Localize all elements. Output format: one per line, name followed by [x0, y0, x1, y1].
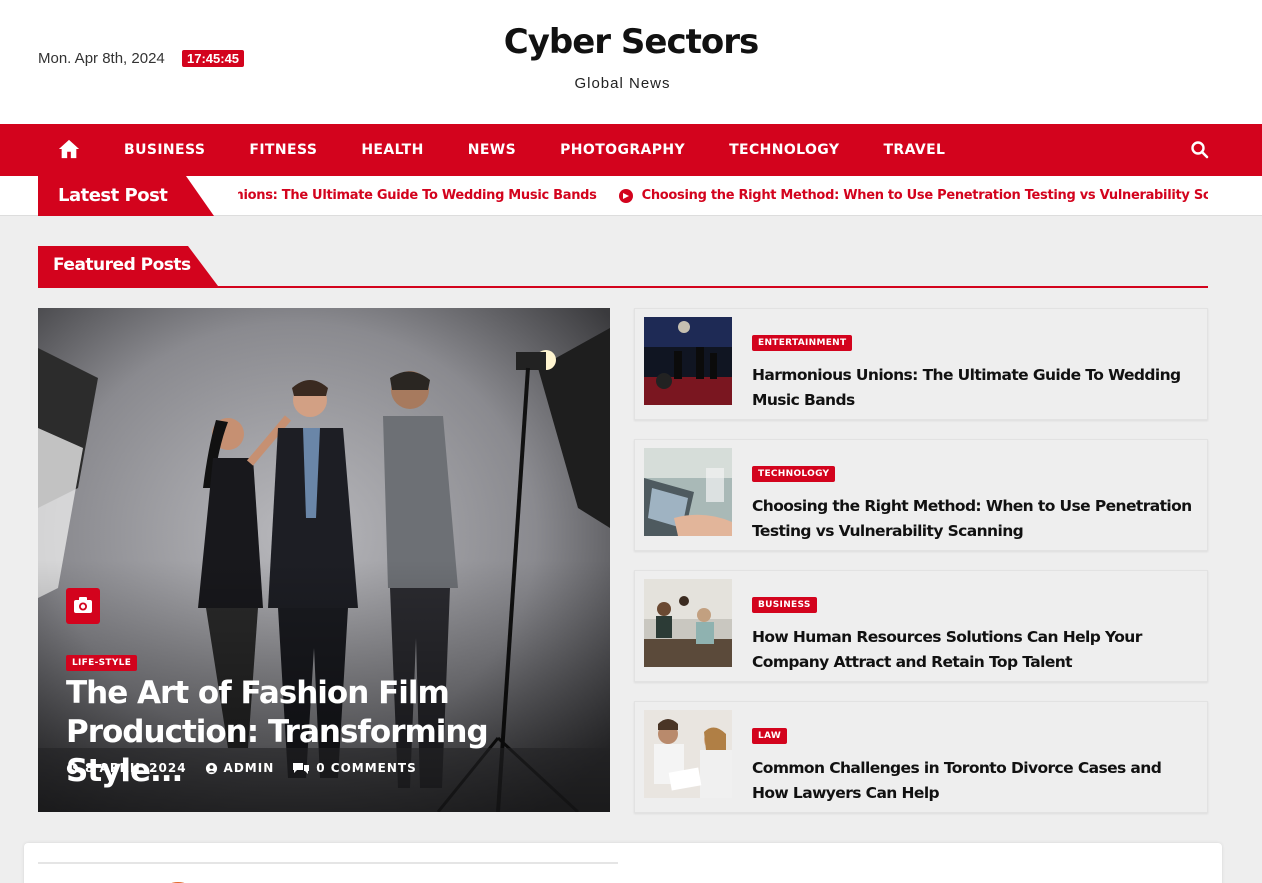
divider [38, 862, 618, 864]
post-title[interactable]: Common Challenges in Toronto Divorce Cas… [752, 756, 1192, 806]
nav-item-business[interactable]: BUSINESS [102, 124, 227, 176]
category-badge[interactable]: LIFE-STYLE [66, 655, 138, 671]
post-thumbnail [171, 882, 185, 883]
site-title[interactable]: Cyber Sectors [0, 22, 1262, 62]
featured-posts-label: Featured Posts [38, 246, 218, 286]
featured-side-post[interactable]: ENTERTAINMENT Harmonious Unions: The Ult… [634, 308, 1208, 420]
post-date[interactable]: 8 APRIL 2024 [85, 761, 187, 775]
featured-posts-heading: Featured Posts [38, 246, 1208, 288]
nav-item-news[interactable]: NEWS [446, 124, 538, 176]
post-title[interactable]: How Human Resources Solutions Can Help Y… [752, 625, 1192, 675]
category-badge[interactable]: TECHNOLOGY [752, 466, 836, 482]
post-thumbnail[interactable] [644, 317, 732, 405]
nav-item-photography[interactable]: PHOTOGRAPHY [538, 124, 707, 176]
category-badge[interactable]: LAW [752, 728, 788, 744]
post-thumbnail[interactable] [644, 710, 732, 798]
featured-side-post[interactable]: BUSINESS How Human Resources Solutions C… [634, 570, 1208, 682]
latest-post-ticker: Inions: The Ultimate Guide To Wedding Mu… [238, 176, 1208, 216]
latest-post-label: Latest Post [38, 176, 214, 216]
user-icon [205, 762, 217, 774]
search-icon[interactable] [1190, 140, 1210, 160]
nav-item-health[interactable]: HEALTH [339, 124, 445, 176]
site-tagline: Global News [574, 75, 671, 92]
post-author[interactable]: ADMIN [224, 761, 275, 775]
latest-post-bar: Latest Post Inions: The Ultimate Guide T… [0, 176, 1262, 216]
category-badge[interactable]: BUSINESS [752, 597, 817, 613]
clock-icon [66, 762, 79, 774]
featured-main-post[interactable]: LIFE-STYLE The Art of Fashion Film Produ… [38, 308, 610, 812]
featured-side-post[interactable]: LAW Common Challenges in Toronto Divorce… [634, 701, 1208, 813]
home-icon[interactable] [58, 138, 80, 160]
nav-item-technology[interactable]: TECHNOLOGY [707, 124, 861, 176]
camera-icon[interactable] [66, 588, 100, 624]
post-title[interactable]: Harmonious Unions: The Ultimate Guide To… [752, 363, 1192, 413]
comments-icon [293, 763, 310, 774]
site-header: Mon. Apr 8th, 2024 17:45:45 Cyber Sector… [0, 0, 1262, 124]
post-comments[interactable]: 0 COMMENTS [316, 761, 417, 775]
featured-side-post[interactable]: TECHNOLOGY Choosing the Right Method: Wh… [634, 439, 1208, 551]
ticker-item[interactable]: Choosing the Right Method: When to Use P… [642, 188, 1208, 203]
next-section-card [24, 843, 1222, 883]
main-nav: BUSINESS FITNESS HEALTH NEWS PHOTOGRAPHY… [0, 124, 1262, 176]
post-thumbnail[interactable] [644, 579, 732, 667]
arrow-circle-right-icon [618, 188, 633, 203]
nav-item-fitness[interactable]: FITNESS [227, 124, 339, 176]
post-meta: 8 APRIL 2024 ADMIN 0 COMMENTS [66, 761, 435, 775]
post-thumbnail[interactable] [644, 448, 732, 536]
category-badge[interactable]: ENTERTAINMENT [752, 335, 853, 351]
nav-item-travel[interactable]: TRAVEL [861, 124, 967, 176]
post-title[interactable]: Choosing the Right Method: When to Use P… [752, 494, 1192, 544]
ticker-item[interactable]: Inions: The Ultimate Guide To Wedding Mu… [238, 188, 597, 203]
